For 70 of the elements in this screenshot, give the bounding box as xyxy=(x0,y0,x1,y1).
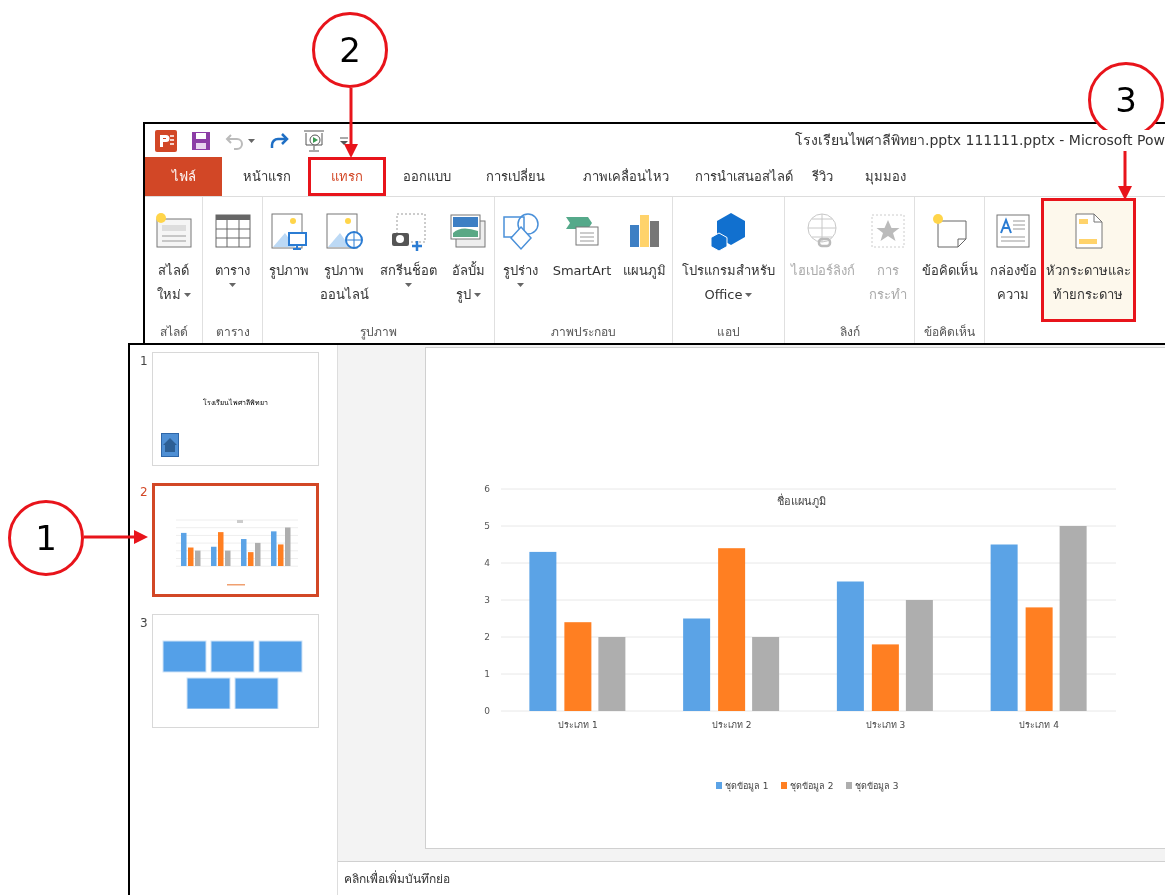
category-label: ประเภท 2 xyxy=(711,720,752,730)
slide-number: 3 xyxy=(140,615,148,632)
notes-placeholder[interactable]: คลิกเพื่อเพิ่มบันทึกย่อ xyxy=(344,869,450,888)
ribbon-button[interactable]: รูปภาพ xyxy=(266,211,311,323)
powerpoint-logo-icon xyxy=(155,129,177,152)
ribbon-tab[interactable]: การเปลี่ยน xyxy=(468,157,563,196)
slide-number: 2 xyxy=(140,484,148,501)
picture-icon xyxy=(268,211,309,251)
category-label: ประเภท 3 xyxy=(865,720,906,730)
legend-label: ชุดข้อมูล 2 xyxy=(790,781,834,791)
group-label: ลิงก์ xyxy=(838,324,861,341)
step-number-badge: 2 xyxy=(312,12,388,88)
ribbon-tab[interactable]: ภาพเคลื่อนไหว xyxy=(563,157,688,196)
step-number-badge: 1 xyxy=(8,500,84,576)
photo-album-icon xyxy=(448,211,489,251)
text-box-icon xyxy=(993,211,1033,251)
group-label: ตาราง xyxy=(214,324,251,341)
ribbon-button[interactable]: ตาราง xyxy=(210,211,255,323)
slideshow-icon[interactable] xyxy=(303,128,325,153)
house-icon xyxy=(161,433,179,457)
ribbon-button[interactable]: โปรแกรมสำหรับ Office xyxy=(680,211,777,323)
ribbon-tab[interactable]: มุมมอง xyxy=(845,157,925,196)
ribbon-tab[interactable]: แทรก xyxy=(308,157,386,196)
group-label: ภาพประกอบ xyxy=(550,324,617,341)
ribbon-button[interactable]: รูปร่าง xyxy=(498,211,543,323)
ribbon-button[interactable]: สไลด์ ใหม่ xyxy=(151,211,196,323)
y-tick-label: 1 xyxy=(484,669,490,679)
ribbon-tab[interactable]: การนำเสนอสไลด์ xyxy=(688,157,800,196)
redo-icon[interactable] xyxy=(269,131,289,150)
ribbon-button[interactable]: กล่องข้อ ความ xyxy=(987,211,1039,323)
customize-toolbar-icon[interactable] xyxy=(339,135,349,146)
window-title: โรงเรียนไพศาลีพิทยา.pptx 111111.pptx - Microsoft Pow xyxy=(795,130,1165,151)
group-label: ข้อคิดเห็น xyxy=(923,323,976,341)
y-tick-label: 4 xyxy=(484,558,490,568)
arrow xyxy=(344,88,358,160)
online-picture-icon xyxy=(324,211,365,251)
y-tick-label: 3 xyxy=(484,595,490,605)
caret-icon xyxy=(248,138,255,143)
file-tab[interactable]: ไฟล์ xyxy=(145,157,222,196)
slide-canvas[interactable]: 0 1 2 3 4 5 6 ชื่อแผนภูมิ ประเภท 1 ประเภท 2 ประเภท 3 ประเภท 4 ชุดข้อมูล 1 ชุดข้อมูล 2 ชุดข้อมูล 3 xyxy=(425,347,1165,849)
arrow xyxy=(84,530,148,544)
y-tick-label: 6 xyxy=(484,484,490,494)
table-icon xyxy=(212,211,253,251)
group-label: สไลด์ xyxy=(158,324,189,341)
new-slide-icon xyxy=(153,211,194,251)
category-label: ประเภท 4 xyxy=(1019,720,1059,730)
slide-thumbnail[interactable] xyxy=(152,483,319,597)
chart-title: ชื่อแผนภูมิ xyxy=(776,495,826,508)
group-label: รูปภาพ xyxy=(359,324,398,342)
legend-label: ชุดข้อมูล 3 xyxy=(855,781,899,791)
ribbon-tab[interactable]: หน้าแรก xyxy=(226,157,308,196)
ribbon-button[interactable]: แผนภูมิ xyxy=(621,211,669,323)
ribbon-button[interactable]: หัวกระดาษและ ท้ายกระดาษ xyxy=(1043,201,1133,319)
slide-number: 1 xyxy=(140,353,148,370)
ribbon-tab[interactable]: ออกแบบ xyxy=(386,157,468,196)
ribbon-button[interactable]: SmartArt xyxy=(550,211,614,323)
bar xyxy=(871,644,899,711)
ribbon-button[interactable]: ข้อคิดเห็น xyxy=(919,211,980,323)
y-tick-label: 5 xyxy=(484,521,490,531)
category-label: ประเภท 1 xyxy=(558,720,598,730)
save-icon[interactable] xyxy=(191,130,211,151)
ribbon-button[interactable]: รูปภาพ ออนไลน์ xyxy=(317,211,371,323)
group-label: แอป xyxy=(716,324,741,341)
y-tick-label: 0 xyxy=(484,706,490,716)
y-tick-label: 2 xyxy=(484,632,490,642)
ribbon-tab[interactable]: รีวิว xyxy=(800,157,845,196)
shapes-icon xyxy=(500,211,541,251)
legend-label: ชุดข้อมูล 1 xyxy=(725,781,769,791)
ribbon-button[interactable]: อัลบั้ม รูป xyxy=(446,211,491,323)
ribbon-button[interactable]: สกรีนช็อต xyxy=(378,211,440,323)
